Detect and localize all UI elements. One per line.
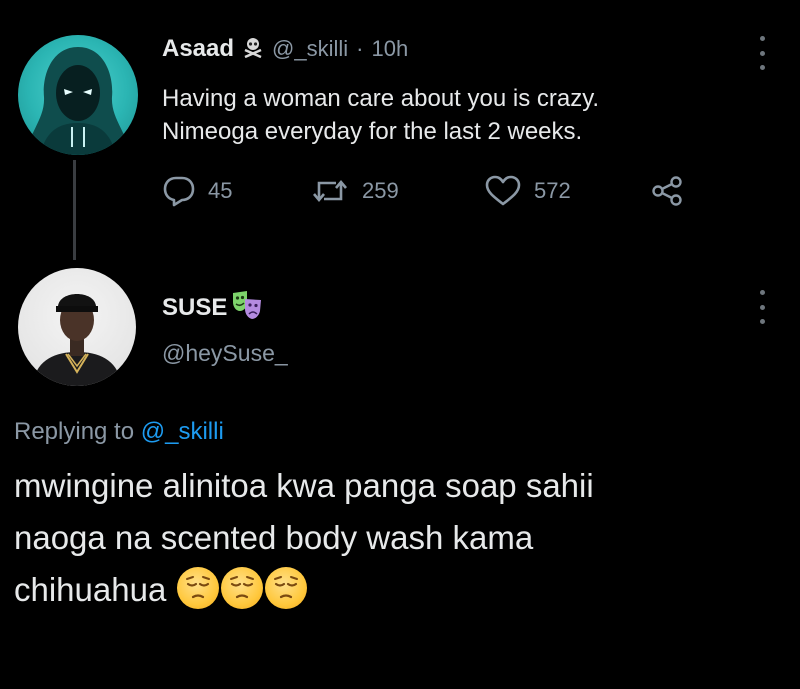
tweet1-actions: 45 259 572	[162, 175, 702, 215]
retweet-icon	[313, 179, 347, 203]
tweet1-header: Asaad @_skilli · 10h	[162, 35, 408, 63]
tweet1-body: Having a woman care about you is crazy. …	[162, 82, 752, 148]
thread-connector-line	[73, 160, 76, 260]
display-name-suse[interactable]: SUSE	[162, 294, 227, 322]
tweet1-text-line: Nimeoga everyday for the last 2 weeks.	[162, 118, 583, 145]
handle-suse[interactable]: @heySuse_	[162, 340, 288, 367]
profile-photo-icon	[32, 294, 122, 386]
share-icon	[652, 176, 682, 206]
skull-crossbones-icon	[242, 36, 264, 63]
more-options-icon[interactable]	[760, 290, 766, 324]
more-options-icon[interactable]	[760, 36, 766, 70]
tweet1-text-line: Having a woman care about you is crazy.	[162, 85, 600, 112]
tweet-time[interactable]: 10h	[372, 36, 409, 62]
replying-to-line: Replying to @_skilli	[14, 418, 224, 446]
performing-arts-icon	[231, 290, 263, 325]
hooded-figure-icon	[28, 47, 128, 155]
tweet2-text-line-last: chihuahua	[14, 564, 784, 616]
like-button[interactable]: 572	[484, 175, 571, 207]
tweet2-body: mwingine alinitoa kwa panga soap sahii n…	[14, 460, 784, 616]
replying-to-handle-link[interactable]: @_skilli	[141, 418, 224, 445]
pensive-face-icon	[221, 567, 264, 609]
tweet2-header: SUSE	[162, 290, 263, 325]
pensive-face-icon	[177, 567, 220, 609]
avatar-asaad[interactable]	[18, 35, 138, 155]
pensive-face-icon	[265, 567, 308, 609]
reply-icon	[163, 176, 195, 207]
tweet2-text-line: naoga na scented body wash kama	[14, 519, 534, 556]
tweet2-text-line: mwingine alinitoa kwa panga soap sahii	[14, 467, 594, 504]
reply-count: 45	[208, 178, 233, 203]
time-separator: ·	[356, 36, 364, 61]
reply-button[interactable]: 45	[162, 175, 232, 207]
avatar-suse[interactable]	[18, 268, 136, 386]
like-count: 572	[534, 178, 571, 203]
retweet-count: 259	[362, 178, 399, 203]
handle-asaad[interactable]: @_skilli	[272, 36, 348, 62]
display-name-asaad[interactable]: Asaad	[162, 35, 234, 63]
heart-icon	[485, 175, 521, 206]
replying-to-label: Replying to	[14, 418, 135, 445]
tweet2-text-line: chihuahua	[14, 571, 167, 608]
share-button[interactable]	[650, 175, 684, 207]
retweet-button[interactable]: 259	[310, 175, 399, 207]
